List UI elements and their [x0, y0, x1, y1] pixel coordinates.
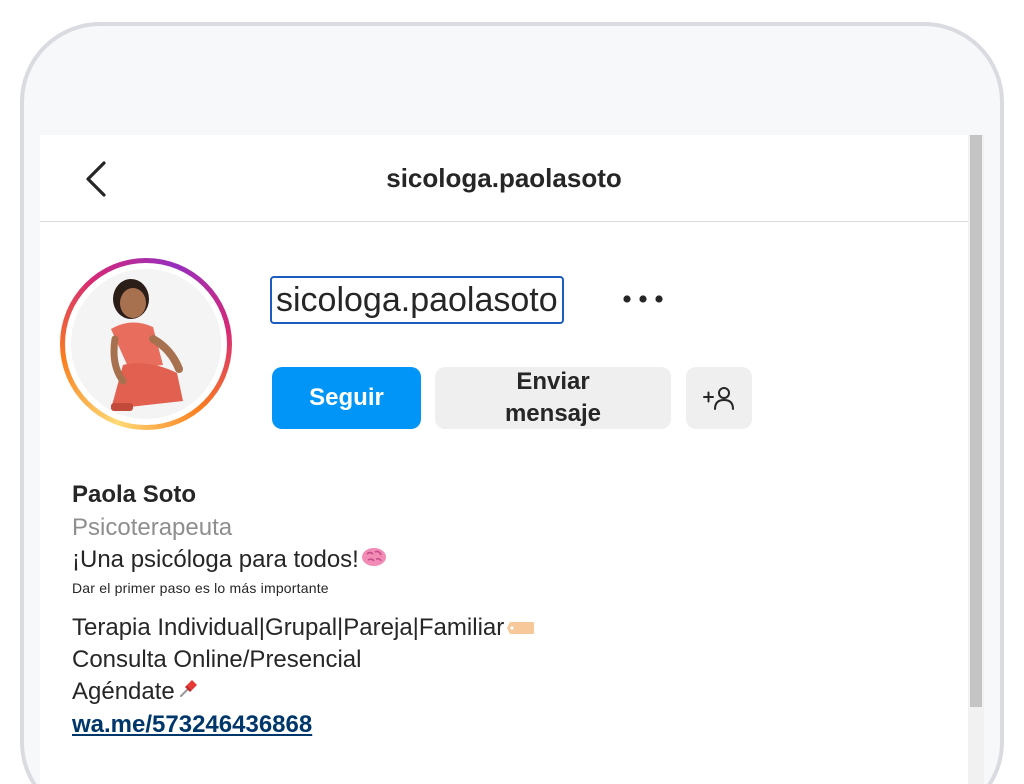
page-title: sicologa.paolasoto — [386, 162, 622, 193]
scrollbar-thumb[interactable] — [970, 135, 982, 707]
suggested-users-button[interactable] — [686, 367, 752, 429]
pushpin-icon — [177, 676, 201, 709]
bio-line: Consulta Online/Presencial — [72, 646, 362, 673]
label-tag-icon — [506, 613, 536, 645]
send-message-label-2: mensaje — [504, 400, 602, 427]
bio-line: Agéndate — [72, 676, 952, 708]
bio-line: Terapia Individual|Grupal|Pareja|Familia… — [72, 612, 952, 644]
top-bar: sicologa.paolasoto — [40, 135, 968, 222]
bio-text: Agéndate — [72, 678, 175, 705]
follow-button[interactable]: Seguir — [272, 367, 421, 429]
category-label: Psicoterapeuta — [72, 514, 233, 541]
more-horizontal-icon — [623, 295, 663, 303]
bio-section: Paola Soto Psicoterapeuta ¡Una psicóloga… — [72, 478, 952, 742]
send-message-label-1: Enviar — [516, 368, 590, 395]
send-message-button[interactable]: Enviar mensaje — [435, 367, 671, 429]
avatar — [71, 269, 221, 419]
add-user-icon — [703, 387, 734, 410]
full-name: Paola Soto — [72, 481, 197, 508]
more-options-button[interactable] — [618, 281, 668, 317]
bio-line-small: Dar el primer paso es lo más importante — [72, 580, 329, 596]
story-ring[interactable] — [60, 258, 232, 430]
bio-text: ¡Una psicóloga para todos! — [72, 546, 359, 573]
scrollbar[interactable] — [968, 135, 984, 784]
external-link[interactable]: wa.me/573246436868 — [72, 708, 952, 742]
brain-icon — [361, 545, 387, 577]
username-heading[interactable]: sicologa.paolasoto — [270, 276, 564, 324]
bio-line: ¡Una psicóloga para todos! — [72, 544, 952, 576]
profile-screen: sicologa.paolasoto sicologa.paolasoto Se… — [40, 135, 984, 784]
profile-photo — [71, 269, 221, 419]
bio-text: Terapia Individual|Grupal|Pareja|Familia… — [72, 614, 505, 641]
chevron-left-icon — [86, 161, 106, 197]
back-button[interactable] — [78, 157, 118, 201]
